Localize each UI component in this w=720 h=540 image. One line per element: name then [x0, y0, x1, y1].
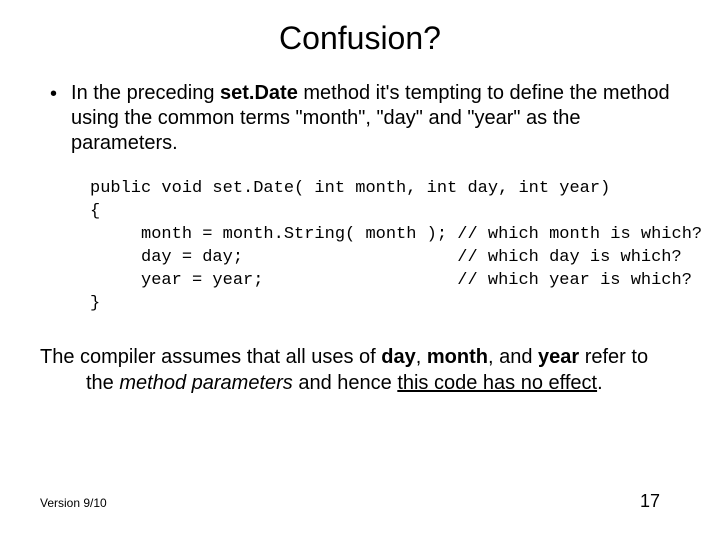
summary-s5: and hence — [293, 372, 398, 394]
bullet-marker: • — [50, 82, 57, 156]
footer-version: Version 9/10 — [40, 496, 107, 510]
summary-italic: method parameters — [119, 372, 292, 394]
code-line-4: day = day; // which day is which? — [90, 248, 682, 267]
bullet-pre: In the preceding — [71, 82, 220, 104]
bullet-item: • In the preceding set.Date method it's … — [40, 81, 680, 156]
summary-s1: The compiler assumes that all uses of — [40, 346, 381, 368]
summary-s3: , and — [488, 346, 538, 368]
code-line-2: { — [90, 202, 100, 221]
summary-underline: this code has no effect — [397, 372, 597, 394]
summary-paragraph: The compiler assumes that all uses of da… — [40, 344, 680, 396]
summary-day: day — [381, 346, 415, 368]
bullet-bold: set.Date — [220, 82, 298, 104]
code-line-3: month = month.String( month ); // which … — [90, 225, 702, 244]
summary-month: month — [427, 346, 488, 368]
summary-s2: , — [416, 346, 427, 368]
code-block: public void set.Date( int month, int day… — [90, 178, 680, 316]
code-line-6: } — [90, 294, 100, 313]
code-line-5: year = year; // which year is which? — [90, 271, 692, 290]
bullet-text: In the preceding set.Date method it's te… — [71, 81, 680, 156]
page-number: 17 — [640, 491, 660, 512]
summary-year: year — [538, 346, 579, 368]
slide-title: Confusion? — [40, 20, 680, 57]
code-line-1: public void set.Date( int month, int day… — [90, 179, 610, 198]
summary-s6: . — [597, 372, 603, 394]
